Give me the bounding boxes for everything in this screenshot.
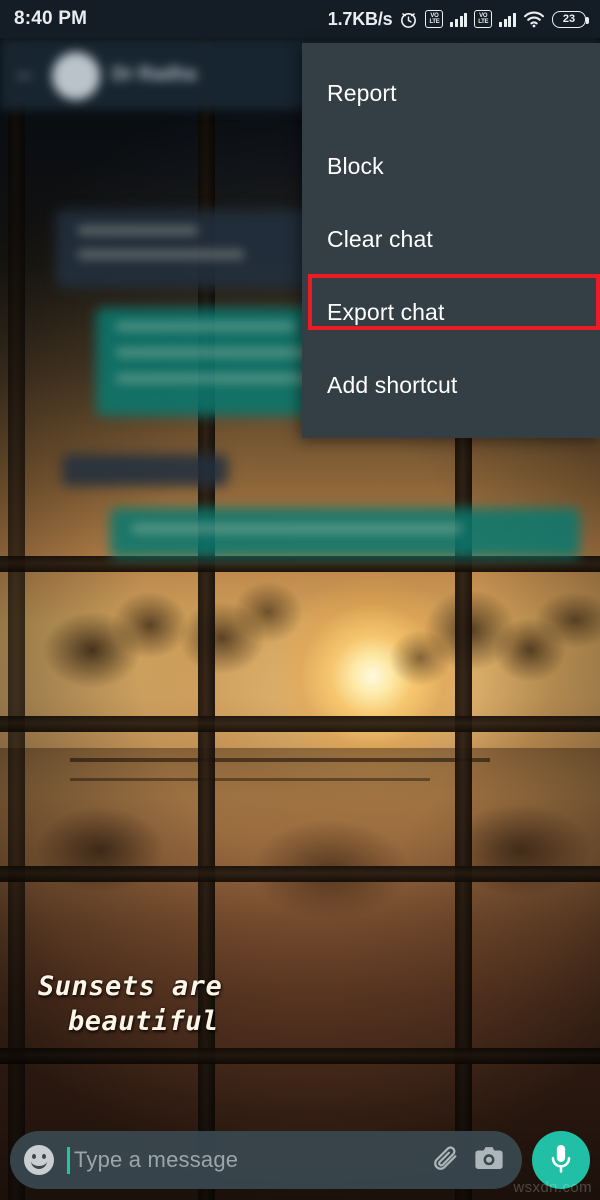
chat-bubble-text-line [132,524,462,533]
message-input-pill[interactable]: Type a message [10,1131,522,1189]
network-speed-label: 1.7KB/s [327,8,393,29]
menu-item-clear-chat[interactable]: Clear chat [302,203,600,276]
wifi-icon [523,11,545,28]
watermark: wsxdn.com [513,1179,592,1196]
phone-screen: Sunsets are beautiful 11:54 am ← Dr Radh… [0,0,600,1200]
menu-item-label: Block [327,153,384,179]
menu-item-label: Report [327,80,397,106]
alarm-clock-icon [401,12,417,28]
volte-label-bottom: LTE [478,19,489,25]
chat-bubble-text-line [78,226,198,235]
chat-bubble-text-line [116,374,326,383]
menu-item-block[interactable]: Block [302,130,600,203]
menu-item-label: Clear chat [327,226,433,252]
contact-name[interactable]: Dr Radha [112,64,196,86]
camera-icon[interactable] [474,1144,504,1177]
photo-caption-line-1: Sunsets are [38,971,223,1002]
avatar[interactable] [52,52,100,100]
photo-caption: Sunsets are beautiful [38,970,368,1039]
chat-bubble-incoming[interactable] [62,454,228,486]
volte-icon-sim2: VO LTE [474,10,493,28]
menu-item-label: Add shortcut [327,372,458,398]
back-arrow-icon[interactable]: ← [14,61,38,85]
emoji-smiley-icon[interactable] [24,1145,54,1175]
chat-bubble-text-line [78,250,244,259]
status-bar: 8:40 PM 1.7KB/s VO LTE VO LTE 23 [0,0,600,38]
battery-percent-label: 23 [562,13,576,25]
battery-indicator: 23 [552,10,589,28]
chat-bubble-text-line [116,322,296,331]
status-icons-group: 1.7KB/s VO LTE VO LTE 23 [327,8,589,30]
text-caret [67,1146,70,1174]
menu-item-add-shortcut[interactable]: Add shortcut [302,349,600,422]
message-input-placeholder[interactable]: Type a message [74,1147,418,1173]
volte-label-bottom: LTE [429,19,440,25]
signal-bars-icon-sim1 [450,11,468,27]
photo-caption-line-2: beautiful [68,1005,219,1037]
status-clock: 8:40 PM [14,8,88,29]
volte-icon-sim1: VO LTE [425,10,444,28]
signal-bars-icon-sim2 [499,11,516,27]
paperclip-icon[interactable] [432,1144,460,1177]
overflow-menu: Report Block Clear chat Export chat Add … [302,43,600,438]
menu-item-label: Export chat [327,299,445,325]
chat-bubble-outgoing[interactable] [110,508,580,558]
microphone-icon [551,1144,571,1173]
message-input-bar: Type a message [0,1120,600,1200]
menu-item-export-chat[interactable]: Export chat [302,276,600,349]
menu-item-report[interactable]: Report [302,57,600,130]
